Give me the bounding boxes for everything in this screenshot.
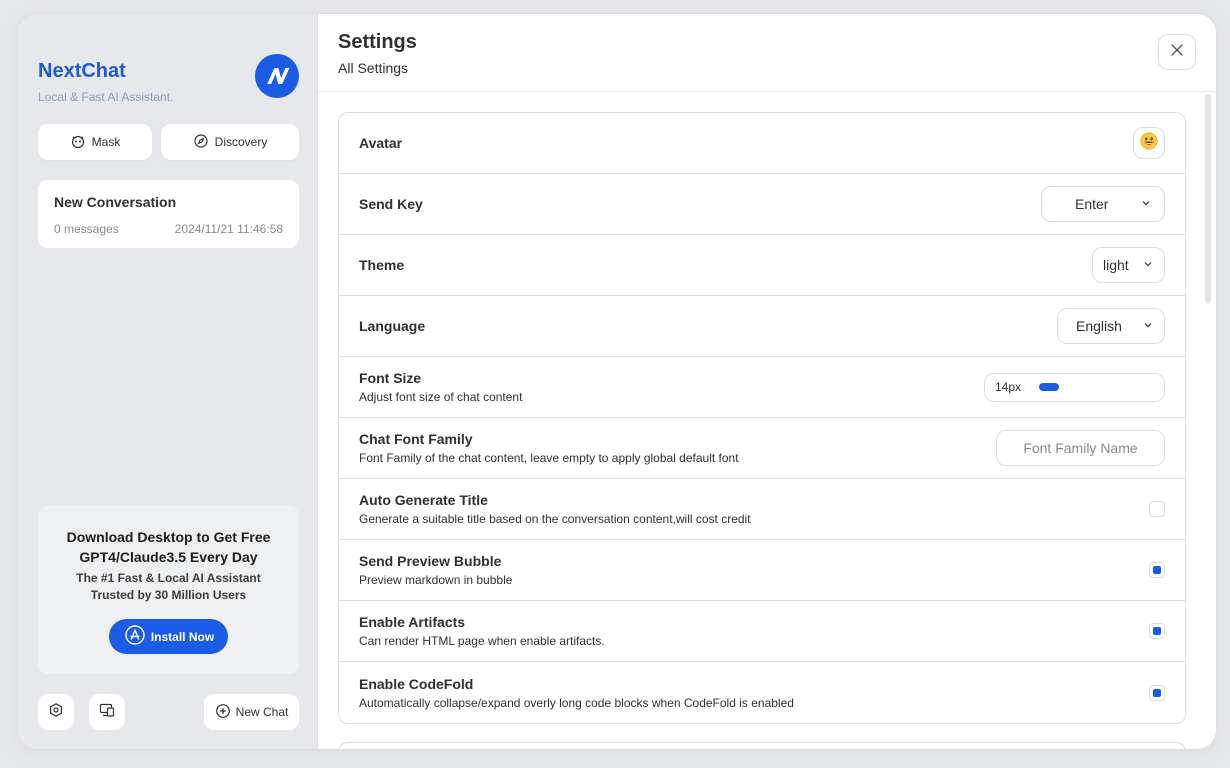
setting-title: Send Preview Bubble [359,553,502,569]
setting-codefold: Enable CodeFold Automatically collapse/e… [339,662,1185,723]
conversation-title: New Conversation [54,194,177,210]
devices-icon [99,702,115,723]
codefold-checkbox[interactable] [1149,684,1165,701]
chevron-down-icon [1142,257,1154,273]
setting-theme: Theme light [339,235,1185,296]
font-size-slider[interactable]: 14px [984,372,1165,402]
close-button[interactable] [1158,34,1196,70]
setting-title: Auto Generate Title [359,492,488,508]
discovery-button[interactable]: Discovery [161,124,299,160]
setting-title: Avatar [359,135,403,151]
setting-font-size: Font Size Adjust font size of chat conte… [339,357,1185,418]
install-now-label: Install Now [150,629,215,644]
brand-subtitle: Local & Fast AI Assistant. [38,90,174,104]
send-key-select[interactable]: Enter [1041,186,1165,222]
setting-auto-title: Auto Generate Title Generate a suitable … [339,479,1185,540]
artifacts-checkbox[interactable] [1149,623,1165,639]
checkbox-checked-mark [1153,566,1161,574]
app-store-icon [125,625,145,648]
settings-scroll-area: Avatar Send Key Enter Theme light Langua… [318,92,1216,749]
chevron-down-icon [1140,196,1152,212]
nextchat-logo-icon [255,54,299,98]
setting-title: Send Key [359,196,423,212]
conversation-date: 2024/11/21 11:46:58 [174,222,283,236]
conversation-message-count: 0 messages [54,222,119,236]
setting-subtitle: Automatically collapse/expand overly lon… [359,695,794,710]
setting-font-family: Chat Font Family Font Family of the chat… [339,418,1185,479]
theme-value: light [1103,257,1129,273]
settings-list-next [338,742,1186,749]
page-subtitle: All Settings [338,60,409,76]
setting-subtitle: Adjust font size of chat content [359,390,523,404]
promo-subtitle: The #1 Fast & Local AI Assistant Trusted… [76,571,261,602]
desktop-promo: Download Desktop to Get Free GPT4/Claude… [38,506,299,674]
new-chat-button[interactable]: New Chat [204,694,299,730]
chevron-down-icon [1142,318,1154,334]
setting-title: Theme [359,257,405,273]
setting-title: Enable CodeFold [359,675,474,692]
install-now-button[interactable]: Install Now [108,619,229,654]
promo-title: Download Desktop to Get Free GPT4/Claude… [66,529,271,565]
conversation-item[interactable]: New Conversation 0 messages 2024/11/21 1… [38,180,299,248]
settings-button[interactable] [38,694,74,730]
sidebar: NextChat Local & Fast AI Assistant. Mask [18,14,318,749]
language-value: English [1076,318,1122,334]
slider-fill [1039,383,1059,391]
setting-artifacts: Enable Artifacts Can render HTML page wh… [339,601,1185,662]
setting-subtitle: Font Family of the chat content, leave e… [359,451,739,465]
setting-subtitle: Generate a suitable title based on the c… [359,512,751,526]
preview-bubble-checkbox[interactable] [1149,562,1165,578]
smiley-face-icon [1140,132,1158,155]
setting-subtitle: Can render HTML page when enable artifac… [359,634,605,648]
avatar-picker[interactable] [1133,127,1165,159]
setting-language: Language English [339,296,1185,357]
settings-panel: Settings All Settings Avatar Send Key En… [318,14,1216,749]
setting-send-key: Send Key Enter [339,174,1185,235]
gear-icon [48,702,64,723]
brand: NextChat Local & Fast AI Assistant. [38,60,173,104]
auto-title-checkbox[interactable] [1149,501,1165,517]
mask-label: Mask [91,135,121,149]
discovery-icon [193,133,209,152]
brand-title: NextChat [38,60,126,82]
app-window: NextChat Local & Fast AI Assistant. Mask [17,13,1217,750]
theme-select[interactable]: light [1092,247,1165,283]
checkbox-checked-mark [1153,688,1161,697]
close-icon [1170,43,1184,62]
setting-title: Language [359,318,426,334]
settings-list: Avatar Send Key Enter Theme light Langua… [338,112,1186,724]
page-title: Settings [338,31,417,53]
new-chat-label: New Chat [235,705,289,719]
setting-title: Font Size [359,370,422,386]
font-family-input[interactable] [996,430,1165,466]
discovery-label: Discovery [214,135,268,149]
language-select[interactable]: English [1057,308,1165,344]
mask-icon [70,133,86,152]
mask-button[interactable]: Mask [38,124,152,160]
plus-circle-icon [215,703,231,722]
slider-track[interactable] [1039,383,1149,391]
checkbox-checked-mark [1153,627,1161,635]
send-key-value: Enter [1075,196,1109,212]
setting-subtitle: Preview markdown in bubble [359,573,513,587]
settings-header: Settings All Settings [318,14,1216,92]
setting-preview-bubble: Send Preview Bubble Preview markdown in … [339,540,1185,601]
setting-title: Enable Artifacts [359,614,466,630]
scrollbar-thumb[interactable] [1205,94,1211,304]
sync-button[interactable] [89,694,125,730]
font-size-value: 14px [995,380,1022,394]
setting-title: Chat Font Family [359,431,473,447]
setting-avatar: Avatar [339,113,1185,174]
